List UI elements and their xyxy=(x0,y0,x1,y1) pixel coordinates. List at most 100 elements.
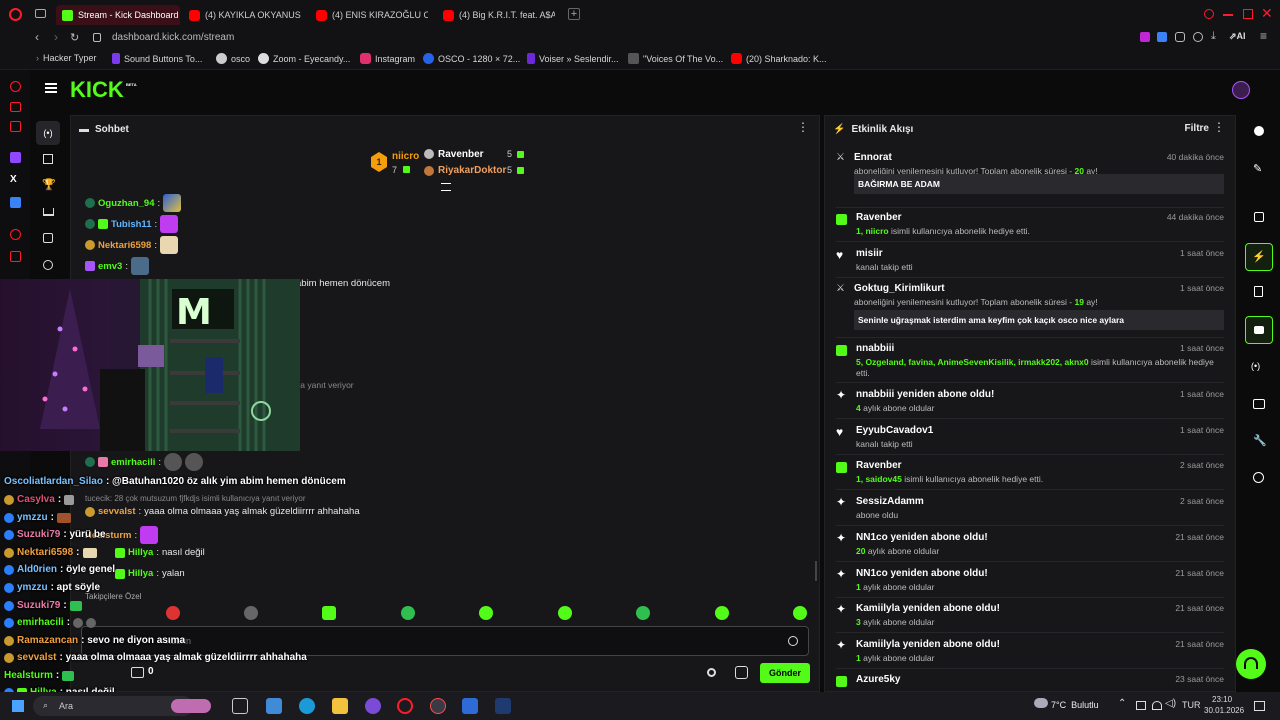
activity-event[interactable]: ✦ nnabbiii yeniden abone oldu! 1 saat ön… xyxy=(836,389,1224,419)
event-username[interactable]: Kamiilyla yeniden abone oldu! xyxy=(856,639,1000,650)
event-username[interactable]: SessizAdamm xyxy=(856,496,924,507)
activity-event[interactable]: nnabbiii 1 saat önce 5, Ozgeland, favina… xyxy=(836,343,1224,383)
edit-pencil-icon[interactable]: ✎ xyxy=(1253,162,1262,175)
chat-username[interactable]: Hillya xyxy=(128,568,153,579)
snapshot-icon[interactable] xyxy=(10,251,21,262)
activity-event[interactable]: ⚔ Ennorat 40 dakika önce aboneliğini yen… xyxy=(836,152,1224,202)
discord-icon[interactable] xyxy=(365,698,381,714)
event-username[interactable]: Goktug_Kirimlikurt xyxy=(854,283,945,294)
chat-username[interactable]: Oguzhan_94 xyxy=(98,198,155,209)
emoji-picker-icon[interactable] xyxy=(788,636,798,646)
aria-sidebar-icon[interactable] xyxy=(10,81,21,92)
bookmark-item[interactable]: › Hacker Typer xyxy=(36,53,96,63)
bookmark-item[interactable]: osco xyxy=(216,53,250,64)
users-nav-icon[interactable] xyxy=(43,260,53,270)
chat-username[interactable]: Hillya xyxy=(128,547,153,558)
close-window-icon[interactable]: ✕ xyxy=(1261,5,1273,22)
camera-icon[interactable] xyxy=(1254,212,1264,222)
event-username[interactable]: Azure5ky xyxy=(856,674,900,685)
emote-icon[interactable] xyxy=(166,606,180,620)
notification-icon[interactable] xyxy=(1254,701,1265,711)
bookmark-item[interactable]: Sound Buttons To... xyxy=(112,53,202,64)
extensions-icon[interactable] xyxy=(1175,32,1185,42)
activity-event[interactable]: ♥ EyyubCavadov1 1 saat önce kanalı takip… xyxy=(836,425,1224,455)
hamburger-menu-icon[interactable] xyxy=(45,83,57,93)
task-view-icon[interactable] xyxy=(232,698,248,714)
avatar[interactable] xyxy=(1232,81,1250,99)
history-icon[interactable] xyxy=(10,229,21,240)
support-headset-icon[interactable] xyxy=(1236,649,1266,679)
document-icon[interactable] xyxy=(1254,286,1263,297)
expand-leaderboard-icon[interactable] xyxy=(441,183,451,191)
chat-username[interactable]: emv3 xyxy=(98,261,122,272)
channel-points-icon[interactable] xyxy=(131,667,144,678)
info-icon[interactable] xyxy=(1254,126,1264,136)
download-icon[interactable]: ⤓ xyxy=(1211,30,1216,43)
bookmark-item[interactable]: (20) Sharknado: K... xyxy=(731,53,827,64)
app-icon[interactable] xyxy=(495,698,511,714)
event-username[interactable]: Ravenber xyxy=(856,460,902,471)
chat-toggle-icon[interactable] xyxy=(1245,316,1273,344)
activity-event[interactable]: ✦ Kamiilyla yeniden abone oldu! 21 saat … xyxy=(836,603,1224,633)
bot-icon[interactable] xyxy=(735,666,748,679)
trophy-nav-icon[interactable]: 🏆 xyxy=(42,178,56,191)
menu-lines-icon[interactable]: ≡ xyxy=(1260,29,1267,43)
emote-icon[interactable] xyxy=(479,606,493,620)
display-icon[interactable] xyxy=(1136,701,1146,710)
bookmark-item[interactable]: OSCO - 1280 × 72... xyxy=(423,53,520,64)
volume-icon[interactable]: ◁) xyxy=(1165,698,1176,709)
chat-scrollbar[interactable] xyxy=(815,561,817,581)
tab-youtube-3[interactable]: (4) Big K.R.I.T. feat. A$AP ... xyxy=(443,5,555,25)
clock-time[interactable]: 23:10 xyxy=(1212,695,1232,704)
tab-youtube-1[interactable]: (4) KAYIKLA OKYANUSU ... xyxy=(189,5,301,25)
wrench-icon[interactable]: 🔧 xyxy=(1253,434,1267,447)
translate-extension-icon[interactable] xyxy=(1157,32,1167,42)
third-gifter-name[interactable]: RiyakarDoktor xyxy=(438,165,506,176)
weather-text[interactable]: 7°C Bulutlu xyxy=(1051,700,1099,710)
back-icon[interactable]: ‹ xyxy=(35,30,39,44)
chat-username[interactable]: sevvalst xyxy=(98,506,136,517)
emote-icon[interactable] xyxy=(244,606,258,620)
stream-nav-icon[interactable]: (•) xyxy=(36,121,60,145)
filter-button[interactable]: Filtre xyxy=(1185,123,1209,134)
app-icon[interactable] xyxy=(462,698,478,714)
dashboard-nav-icon[interactable] xyxy=(43,154,53,164)
emote-icon[interactable] xyxy=(793,606,807,620)
activity-feed-toggle-icon[interactable]: ⚡ xyxy=(1245,243,1273,271)
activity-event[interactable]: ♥ misiir 1 saat önce kanalı takip etti xyxy=(836,248,1224,278)
network-icon[interactable] xyxy=(1152,701,1162,710)
activity-event[interactable]: Ravenber 44 dakika önce 1, niicro isimli… xyxy=(836,212,1224,242)
event-username[interactable]: nnabbiii yeniden abone oldu! xyxy=(856,389,994,400)
event-username[interactable]: misiir xyxy=(856,248,883,259)
activity-event[interactable]: ✦ NN1co yeniden abone oldu! 21 saat önce… xyxy=(836,532,1224,562)
event-username[interactable]: Kamiilyla yeniden abone oldu! xyxy=(856,603,1000,614)
event-username[interactable]: NN1co yeniden abone oldu! xyxy=(856,532,988,543)
bookmark-item[interactable]: Instagram xyxy=(360,53,415,64)
workspaces-icon[interactable] xyxy=(35,9,46,18)
emote-icon[interactable] xyxy=(636,606,650,620)
search-tabs-icon[interactable] xyxy=(1204,9,1214,19)
file-app-icon[interactable] xyxy=(266,698,282,714)
activity-event[interactable]: ✦ SessizAdamm 2 saat önce abone oldu xyxy=(836,496,1224,526)
language-indicator[interactable]: TUR xyxy=(1182,700,1201,710)
activity-options-icon[interactable]: ⋮ xyxy=(1213,121,1225,133)
video-icon[interactable] xyxy=(1253,399,1265,409)
activity-event[interactable]: ⚔ Goktug_Kirimlikurt 1 saat önce aboneli… xyxy=(836,283,1224,333)
opera-taskbar-icon[interactable] xyxy=(397,698,413,714)
event-username[interactable]: Ennorat xyxy=(854,152,892,163)
extension-icon[interactable] xyxy=(1140,32,1150,42)
bookmark-item[interactable]: Zoom - Eyecandy... xyxy=(258,53,350,64)
activity-event[interactable]: ✦ NN1co yeniden abone oldu! 21 saat önce… xyxy=(836,568,1224,598)
aria-ai-icon[interactable]: ⇗AI xyxy=(1229,31,1246,42)
event-username[interactable]: Ravenber xyxy=(856,212,902,223)
event-username[interactable]: EyyubCavadov1 xyxy=(856,425,933,436)
x-twitter-icon[interactable]: X xyxy=(10,174,17,185)
send-button[interactable]: Gönder xyxy=(760,663,810,683)
windows-start-icon[interactable] xyxy=(12,700,24,712)
chevron-up-icon[interactable]: ⌃ xyxy=(1118,698,1126,709)
broadcast-icon[interactable]: (•) xyxy=(1251,361,1260,371)
chat-options-icon[interactable]: ⋮ xyxy=(797,121,809,133)
obs-icon[interactable] xyxy=(430,698,446,714)
tab-youtube-2[interactable]: (4) ENIS KIRAZOĞLU OYU... xyxy=(316,5,428,25)
activity-event[interactable]: ✦ Kamiilyla yeniden abone oldu! 21 saat … xyxy=(836,639,1224,669)
